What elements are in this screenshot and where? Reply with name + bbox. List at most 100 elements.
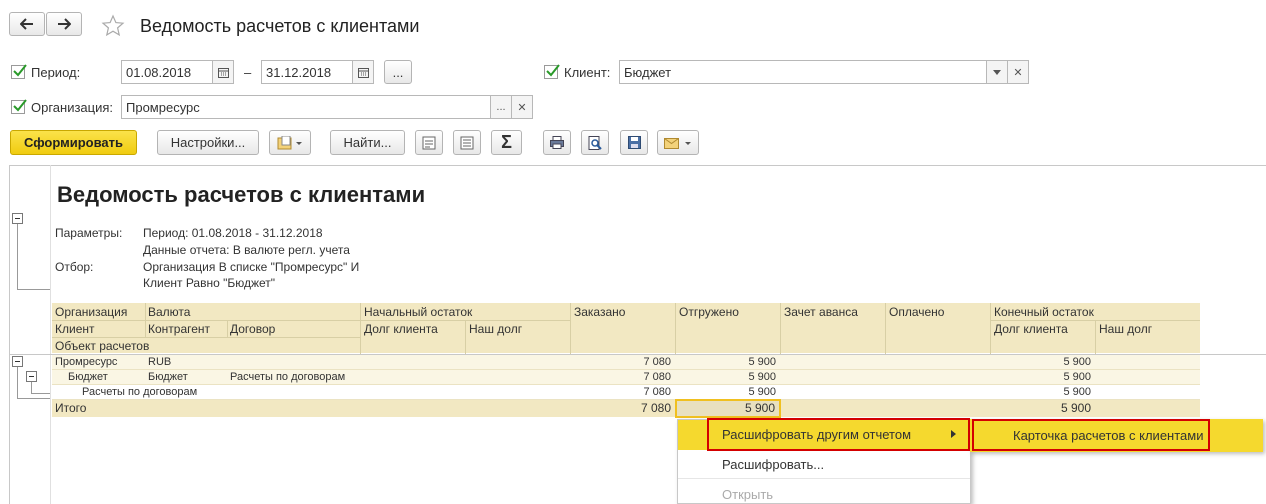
generate-button[interactable]: Сформировать: [10, 130, 137, 155]
menu-item-label: Расшифровать другим отчетом: [722, 427, 912, 442]
window-title: Ведомость расчетов с клиентами: [140, 16, 420, 36]
org-clear-button[interactable]: ✕: [511, 95, 533, 119]
col-header-client: Клиент: [55, 322, 95, 336]
outline-gutter-divider: [50, 165, 51, 504]
client-checkbox[interactable]: [544, 64, 560, 79]
printer-icon: [550, 136, 564, 149]
minus-icon: [15, 361, 20, 362]
settings-button[interactable]: Настройки...: [157, 130, 259, 155]
minus-icon: [29, 376, 34, 377]
preview-button[interactable]: [581, 130, 609, 155]
col-header-currency: Валюта: [148, 305, 191, 319]
date-from-field[interactable]: 01.08.2018: [121, 60, 213, 84]
total-shipped-selected[interactable]: 5 900: [675, 399, 781, 418]
expand-groups-icon: [460, 136, 474, 149]
outline-line: [17, 398, 50, 399]
envelope-icon: [664, 137, 691, 149]
period-label: Период:: [31, 65, 81, 80]
print-button[interactable]: [543, 130, 571, 155]
row-cell: RUB: [148, 356, 172, 368]
calendar-icon: [357, 67, 369, 78]
row-cell: 7 080: [643, 386, 671, 398]
submenu-item-label: Карточка расчетов с клиентами: [1013, 428, 1204, 443]
row-cell: 5 900: [748, 356, 776, 368]
col-header-ordered: Заказано: [574, 305, 626, 319]
row-cell: 5 900: [748, 386, 776, 398]
col-header-object: Объект расчетов: [55, 339, 150, 353]
params-data: Данные отчета: В валюте регл. учета: [143, 243, 350, 257]
collapse-groups-button[interactable]: [415, 130, 443, 155]
outline-collapse-header[interactable]: [12, 213, 23, 224]
header-hline: [360, 320, 570, 321]
params-period: Период: 01.08.2018 - 31.12.2018: [143, 226, 323, 240]
forward-button[interactable]: [46, 12, 82, 36]
date-to-calendar-button[interactable]: [352, 60, 374, 84]
col-header-client-debt: Долг клиента: [364, 322, 438, 336]
variants-button[interactable]: [269, 130, 311, 155]
outline-line: [31, 393, 50, 394]
report-area-border-top: [9, 165, 1266, 166]
col-header-our-debt: Наш долг: [469, 322, 523, 336]
period-checkbox[interactable]: [11, 64, 27, 79]
row-cell: 7 080: [643, 371, 671, 383]
row-cell: Бюджет: [68, 371, 108, 383]
row-cell: 5 900: [1063, 356, 1091, 368]
chevron-down-icon: [993, 69, 1001, 75]
report-area-border-left: [9, 165, 10, 504]
client-label: Клиент:: [564, 65, 611, 80]
menu-item-label: Расшифровать...: [722, 457, 825, 472]
org-choose-button[interactable]: ...: [490, 95, 512, 119]
close-icon: ✕: [1013, 66, 1023, 79]
outline-line: [17, 289, 50, 290]
row-cell: 5 900: [1063, 386, 1091, 398]
header-divider: [227, 320, 228, 337]
col-header-org: Организация: [55, 305, 128, 319]
total-ordered: 7 080: [640, 401, 671, 415]
save-button[interactable]: [620, 130, 648, 155]
row-cell: 5 900: [1063, 371, 1091, 383]
filter-label: Отбор:: [55, 260, 94, 274]
client-clear-button[interactable]: ✕: [1007, 60, 1029, 84]
date-from-calendar-button[interactable]: [212, 60, 234, 84]
outline-collapse-row1[interactable]: [12, 356, 23, 367]
row-cell: 7 080: [643, 356, 671, 368]
header-hline: [52, 337, 360, 338]
minus-icon: [15, 218, 20, 219]
client-dropdown-button[interactable]: [986, 60, 1008, 84]
col-header-closing-client-debt: Долг клиента: [994, 322, 1068, 336]
col-header-shipped: Отгружено: [679, 305, 739, 319]
close-icon: ✕: [517, 101, 527, 114]
sum-button[interactable]: Σ: [491, 130, 522, 155]
total-label: Итого: [55, 401, 87, 415]
date-to-field[interactable]: 31.12.2018: [261, 60, 353, 84]
send-email-button[interactable]: [657, 130, 699, 155]
date-separator: –: [244, 65, 252, 80]
outline-collapse-row2[interactable]: [26, 371, 37, 382]
col-header-closing-our-debt: Наш долг: [1099, 322, 1153, 336]
find-button[interactable]: Найти...: [330, 130, 405, 155]
print-preview-icon: [588, 135, 602, 150]
report-variants-icon: [277, 135, 302, 149]
arrow-left-icon: [20, 18, 33, 30]
period-choose-button[interactable]: ...: [384, 60, 412, 84]
back-button[interactable]: [9, 12, 45, 36]
favorite-star-icon[interactable]: [101, 14, 125, 38]
col-header-closing: Конечный остаток: [994, 305, 1094, 319]
save-icon: [627, 136, 641, 149]
client-field[interactable]: Бюджет: [619, 60, 987, 84]
submenu-arrow-icon: [951, 430, 956, 438]
filter-org: Организация В списке "Промресурс" И: [143, 260, 360, 274]
org-field[interactable]: Промресурс: [121, 95, 491, 119]
org-checkbox[interactable]: [11, 99, 27, 114]
params-label: Параметры:: [55, 226, 123, 240]
col-header-advance: Зачет аванса: [784, 305, 858, 319]
outline-line: [17, 224, 18, 290]
row-cell: Промресурс: [55, 356, 118, 368]
expand-groups-button[interactable]: [453, 130, 481, 155]
org-label: Организация:: [31, 100, 114, 115]
row-cell: Расчеты по договорам: [230, 371, 346, 383]
row-cell: 5 900: [748, 371, 776, 383]
col-header-paid: Оплачено: [889, 305, 945, 319]
col-header-contract: Договор: [230, 322, 276, 336]
filter-client: Клиент Равно "Бюджет": [143, 276, 276, 290]
